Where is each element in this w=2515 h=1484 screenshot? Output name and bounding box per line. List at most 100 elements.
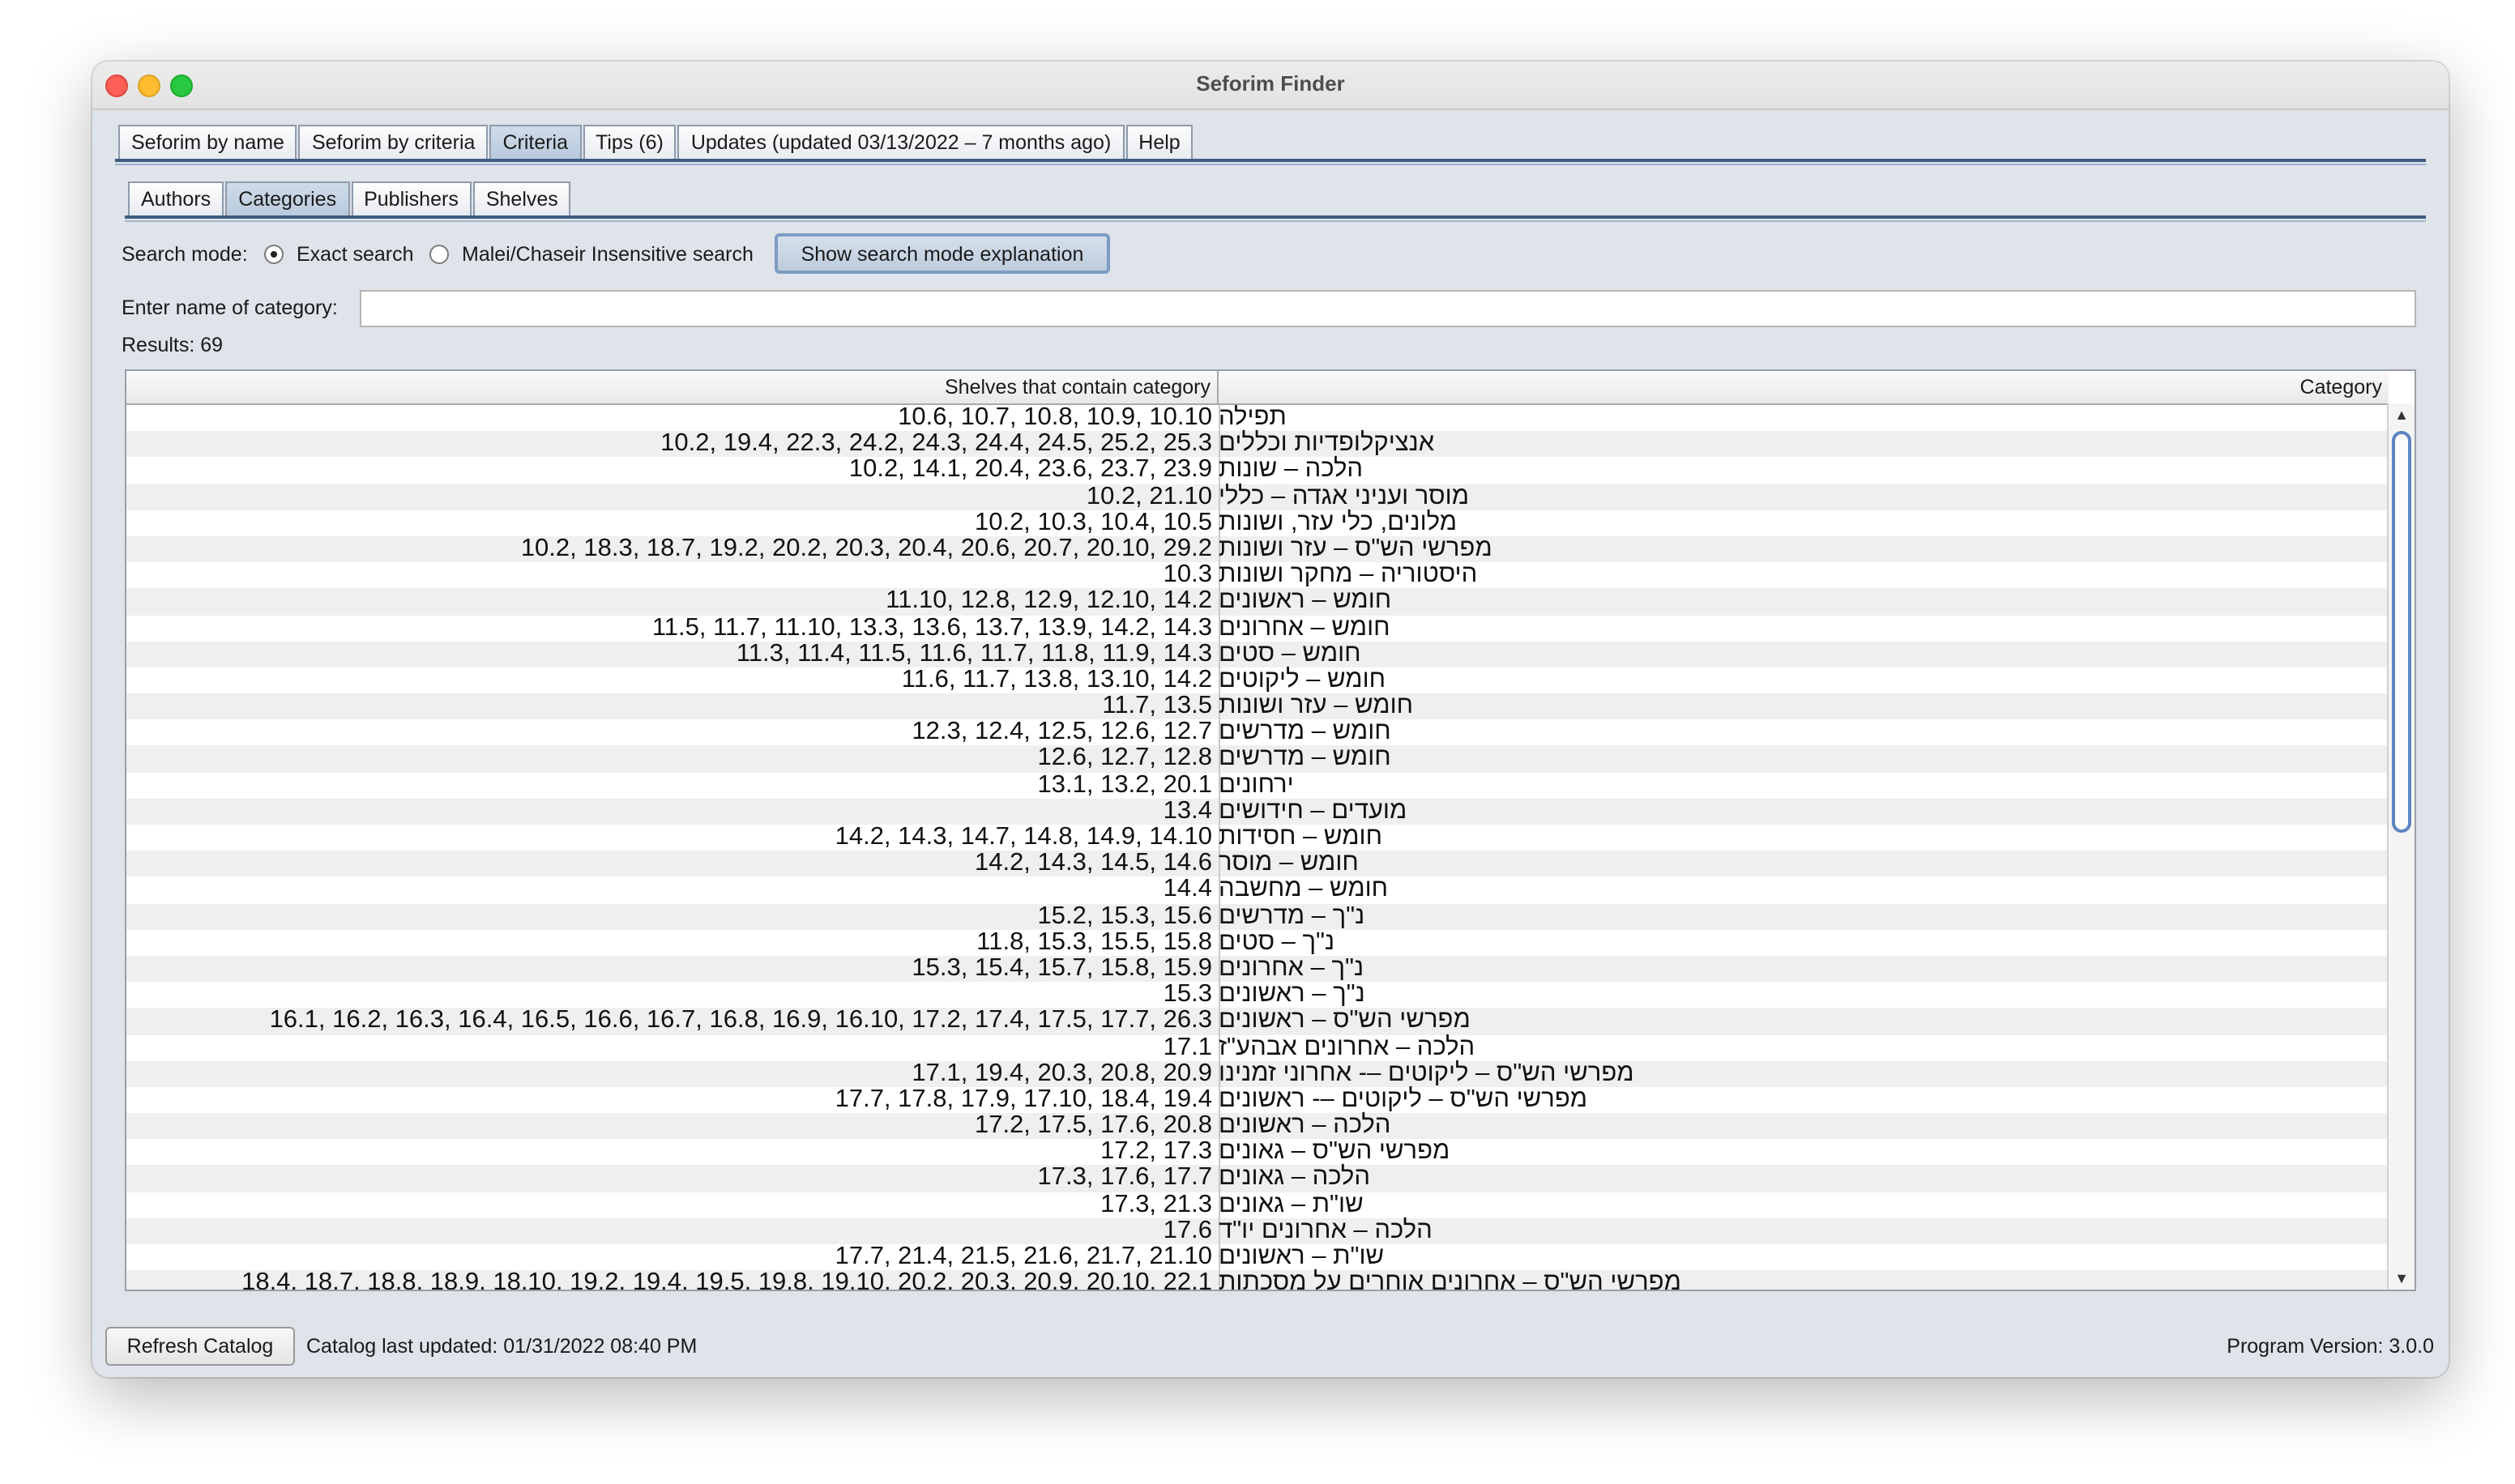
criteria-tab-2[interactable]: Publishers [351,181,472,215]
shelves-cell: 11.3, 11.4, 11.5, 11.6, 11.7, 11.8, 11.9… [736,639,1212,667]
shelves-cell: 14.4 [1163,875,1212,903]
shelves-cell: 10.2, 18.3, 18.7, 19.2, 20.2, 20.3, 20.4… [520,534,1212,562]
category-cell: תפילה [1219,405,1287,431]
sub-tab-divider-inner [125,220,2426,222]
table-row[interactable]: 11.10, 12.8, 12.9, 12.10, 14.2 חומש – ראש… [126,586,2389,615]
shelves-cell: 12.6, 12.7, 12.8 [1037,744,1212,772]
table-row[interactable]: 11.6, 11.7, 13.8, 13.10, 14.2 חומש – ליקו… [126,666,2389,694]
table-row[interactable]: 17.6 הלכה – אחרונים יו"ד [126,1216,2389,1244]
exact-search-label[interactable]: Exact search [297,243,414,266]
shelves-cell: 10.3 [1163,561,1212,589]
show-search-mode-explanation-button[interactable]: Show search mode explanation [775,233,1110,274]
category-cell: מפרשי הש"ס – ראשונים [1219,1006,1471,1034]
category-cell: שו"ת – ראשונים [1219,1243,1385,1270]
category-cell: היסטוריה – מחקר ושונות [1219,561,1478,589]
scroll-down-arrow-icon[interactable]: ▼ [2389,1267,2415,1290]
category-cell: חומש – מוסר [1219,849,1359,877]
table-row[interactable]: 10.2, 19.4, 22.3, 24.2, 24.3, 24.4, 24.5… [126,429,2389,458]
shelves-cell: 13.4 [1163,796,1212,825]
table-row[interactable]: 16.1, 16.2, 16.3, 16.4, 16.5, 16.6, 16.7… [126,1006,2389,1034]
table-row[interactable]: 10.2, 18.3, 18.7, 19.2, 20.2, 20.3, 20.4… [126,534,2389,563]
category-name-input[interactable] [360,290,2416,327]
table-row[interactable]: 17.2, 17.3 מפרשי הש"ס – גאונים [126,1137,2389,1166]
category-cell: הלכה – אחרונים יו"ד [1219,1216,1433,1244]
shelves-cell: 10.2, 21.10 [1086,482,1212,510]
main-tab-3[interactable]: Tips (6) [583,125,677,159]
shelves-cell: 17.2, 17.3 [1100,1137,1212,1166]
table-row[interactable]: 17.2, 17.5, 17.6, 20.8 הלכה – ראשונים [126,1111,2389,1140]
table-row[interactable]: 10.2, 14.1, 20.4, 23.6, 23.7, 23.9 הלכה –… [126,456,2389,484]
main-tab-4[interactable]: Updates (updated 03/13/2022 – 7 months a… [677,125,1125,159]
table-row[interactable]: 15.2, 15.3, 15.6 נ"ך – מדרשים [126,902,2389,930]
category-cell: ירחונים [1219,770,1294,799]
table-row[interactable]: 11.3, 11.4, 11.5, 11.6, 11.7, 11.8, 11.9… [126,639,2389,667]
table-row[interactable]: 14.2, 14.3, 14.7, 14.8, 14.9, 14.10 חומש … [126,824,2389,851]
table-row[interactable]: 13.4 מועדים – חידושים [126,796,2389,825]
table-row[interactable]: 17.1 הלכה – אחרונים אבהע"ז [126,1034,2389,1061]
table-row[interactable]: 17.7, 17.8, 17.9, 17.10, 18.4, 19.4 מפרשי… [126,1085,2389,1114]
scrollbar-thumb[interactable] [2392,431,2411,833]
table-row[interactable]: 12.6, 12.7, 12.8 חומש – מדרשים [126,744,2389,773]
shelves-cell: 13.1, 13.2, 20.1 [1037,770,1212,799]
criteria-tab-0[interactable]: Authors [128,181,224,215]
category-cell: מלונים, כלי עזר, ושונות [1219,508,1458,536]
table-row[interactable]: 10.3 היסטוריה – מחקר ושונות [126,561,2389,589]
shelves-cell: 17.1, 19.4, 20.3, 20.8, 20.9 [912,1059,1212,1087]
table-row[interactable]: 11.7, 13.5 חומש – עזר ושונות [126,693,2389,720]
main-tab-0[interactable]: Seforim by name [118,125,297,159]
table-row[interactable]: 17.3, 21.3 שו"ת – גאונים [126,1190,2389,1218]
table-row[interactable]: 18.4, 18.7, 18.8, 18.9, 18.10, 19.2, 19.… [126,1269,2389,1291]
category-cell: חומש – מחשבה [1219,875,1389,903]
table-row[interactable]: 12.3, 12.4, 12.5, 12.6, 12.7 חומש – מדרשי… [126,719,2389,746]
shelves-cell: 11.10, 12.8, 12.9, 12.10, 14.2 [886,586,1212,615]
category-cell: הלכה – גאונים [1219,1163,1370,1192]
criteria-tab-3[interactable]: Shelves [472,181,571,215]
table-row[interactable]: 14.2, 14.3, 14.5, 14.6 חומש – מוסר [126,849,2389,877]
category-cell: שו"ת – גאונים [1219,1190,1364,1218]
malei-chaseir-radio[interactable] [429,245,449,264]
main-tab-2[interactable]: Criteria [489,125,582,159]
category-cell: חומש – מדרשים [1219,744,1391,772]
categories-table: Shelves that contain category Category 1… [125,369,2416,1291]
criteria-tab-1[interactable]: Categories [225,181,350,215]
category-name-label: Enter name of category: [122,296,338,319]
shelves-cell: 17.2, 17.5, 17.6, 20.8 [974,1111,1212,1140]
category-cell: מועדים – חידושים [1219,796,1407,825]
table-row[interactable]: 10.2, 10.3, 10.4, 10.5 מלונים, כלי עזר, ו… [126,508,2389,536]
category-cell: חומש – ראשונים [1219,586,1392,615]
main-tab-divider [115,159,2426,162]
table-row[interactable]: 14.4 חומש – מחשבה [126,875,2389,904]
table-row[interactable]: 10.2, 21.10 מוסר ועניני אגדה – כללי [126,482,2389,510]
category-column-header[interactable]: Category [1219,371,2389,403]
vertical-scrollbar[interactable]: ▲ ▼ [2387,403,2415,1290]
shelves-cell: 18.4, 18.7, 18.8, 18.9, 18.10, 19.2, 19.… [241,1269,1212,1291]
category-cell: מוסר ועניני אגדה – כללי [1219,482,1469,510]
table-row[interactable]: 17.3, 17.6, 17.7 הלכה – גאונים [126,1163,2389,1192]
table-row[interactable]: 10.6, 10.7, 10.8, 10.9, 10.10 תפילה [126,405,2389,432]
shelves-cell: 11.8, 15.3, 15.5, 15.8 [976,927,1212,956]
category-cell: מפרשי הש"ס – גאונים [1219,1137,1450,1166]
table-row[interactable]: 17.7, 21.4, 21.5, 21.6, 21.7, 21.10 שו"ת … [126,1243,2389,1271]
table-row[interactable]: 11.5, 11.7, 11.10, 13.3, 13.6, 13.7, 13.… [126,614,2389,642]
table-header: Shelves that contain category Category [126,371,2389,405]
shelves-cell: 14.2, 14.3, 14.5, 14.6 [974,849,1212,877]
main-tab-5[interactable]: Help [1125,125,1193,159]
main-tab-1[interactable]: Seforim by criteria [298,125,489,159]
table-row[interactable]: 15.3 נ"ך – ראשונים [126,981,2389,1009]
refresh-catalog-button[interactable]: Refresh Catalog [105,1327,295,1366]
catalog-last-updated: Catalog last updated: 01/31/2022 08:40 P… [306,1335,698,1358]
malei-chaseir-label[interactable]: Malei/Chaseir Insensitive search [462,243,754,266]
results-count: Results: 69 [122,334,224,356]
scroll-up-arrow-icon[interactable]: ▲ [2389,403,2415,426]
shelves-cell: 10.2, 10.3, 10.4, 10.5 [974,508,1212,536]
category-cell: הלכה – ראשונים [1219,1111,1391,1140]
shelves-column-header[interactable]: Shelves that contain category [126,371,1219,403]
table-row[interactable]: 17.1, 19.4, 20.3, 20.8, 20.9 מפרשי הש"ס –… [126,1059,2389,1087]
shelves-cell: 17.3, 21.3 [1100,1190,1212,1218]
category-cell: מפרשי הש"ס – ליקוטים –- ראשונים [1219,1085,1588,1113]
shelves-cell: 10.2, 19.4, 22.3, 24.2, 24.3, 24.4, 24.5… [660,429,1212,458]
table-row[interactable]: 13.1, 13.2, 20.1 ירחונים [126,770,2389,799]
table-row[interactable]: 15.3, 15.4, 15.7, 15.8, 15.9 נ"ך – אחרוני… [126,954,2389,983]
exact-search-radio[interactable] [264,245,284,264]
table-row[interactable]: 11.8, 15.3, 15.5, 15.8 נ"ך – סטים [126,927,2389,956]
